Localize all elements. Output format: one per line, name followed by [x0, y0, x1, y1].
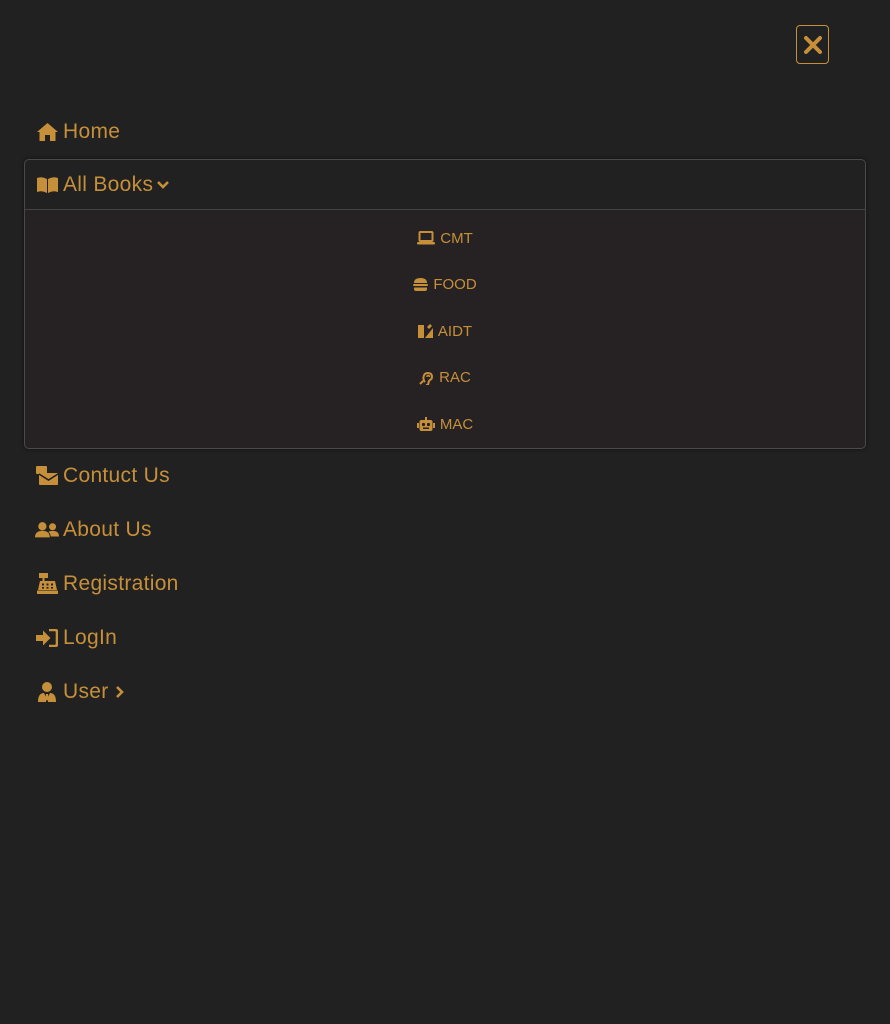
users-icon: [35, 519, 59, 541]
cash-register-icon: [35, 573, 59, 595]
nav-item-contact-label: Contuct Us: [63, 463, 170, 487]
nav-item-registration-label: Registration: [63, 571, 179, 595]
nav-item-all-books-label: All Books: [63, 172, 154, 196]
robot-icon: [416, 417, 435, 432]
submenu-item-aidt[interactable]: AIDT: [25, 308, 865, 355]
side-menu: Home All Books CMT FOOD AIDT RAC MAC Con…: [0, 0, 890, 1024]
drafting-tools-icon: [417, 323, 433, 339]
hamburger-icon: [413, 278, 429, 292]
nav-item-about[interactable]: About Us: [0, 503, 890, 557]
nav-item-all-books[interactable]: All Books: [25, 160, 865, 210]
all-books-submenu: CMT FOOD AIDT RAC MAC: [25, 210, 865, 448]
nav-item-login-label: LogIn: [63, 625, 118, 649]
submenu-item-food-label: FOOD: [433, 276, 477, 294]
chevron-down-icon: [156, 180, 170, 190]
nav-item-user-label: User: [63, 679, 109, 703]
all-books-group: All Books CMT FOOD AIDT RAC MAC: [24, 159, 866, 449]
nav-item-home-label: Home: [63, 120, 121, 143]
chevron-right-icon: [115, 685, 124, 699]
nav-item-home[interactable]: Home: [0, 105, 890, 159]
nav-item-about-label: About Us: [63, 517, 152, 541]
book-open-icon: [35, 174, 59, 196]
submenu-item-cmt[interactable]: CMT: [25, 215, 865, 262]
submenu-item-food[interactable]: FOOD: [25, 262, 865, 309]
nav-item-registration[interactable]: Registration: [0, 557, 890, 611]
nav-item-contact[interactable]: Contuct Us: [0, 449, 890, 503]
submenu-item-rac-label: RAC: [439, 369, 471, 387]
nav-item-login[interactable]: LogIn: [0, 611, 890, 665]
user-tie-icon: [35, 681, 59, 703]
laptop-icon: [417, 231, 436, 245]
mail-bulk-icon: [35, 465, 59, 487]
submenu-item-mac[interactable]: MAC: [25, 401, 865, 448]
close-icon: [803, 35, 822, 54]
submenu-item-cmt-label: CMT: [440, 229, 473, 247]
submenu-item-rac[interactable]: RAC: [25, 355, 865, 402]
close-button[interactable]: [796, 25, 829, 64]
nav-list: Home All Books CMT FOOD AIDT RAC MAC Con…: [0, 105, 890, 719]
assistive-listening-icon: [419, 370, 434, 386]
sign-in-icon: [35, 627, 59, 649]
nav-item-user[interactable]: User: [0, 665, 890, 719]
submenu-item-aidt-label: AIDT: [437, 322, 473, 340]
home-icon: [35, 121, 59, 143]
submenu-item-mac-label: MAC: [439, 415, 474, 433]
